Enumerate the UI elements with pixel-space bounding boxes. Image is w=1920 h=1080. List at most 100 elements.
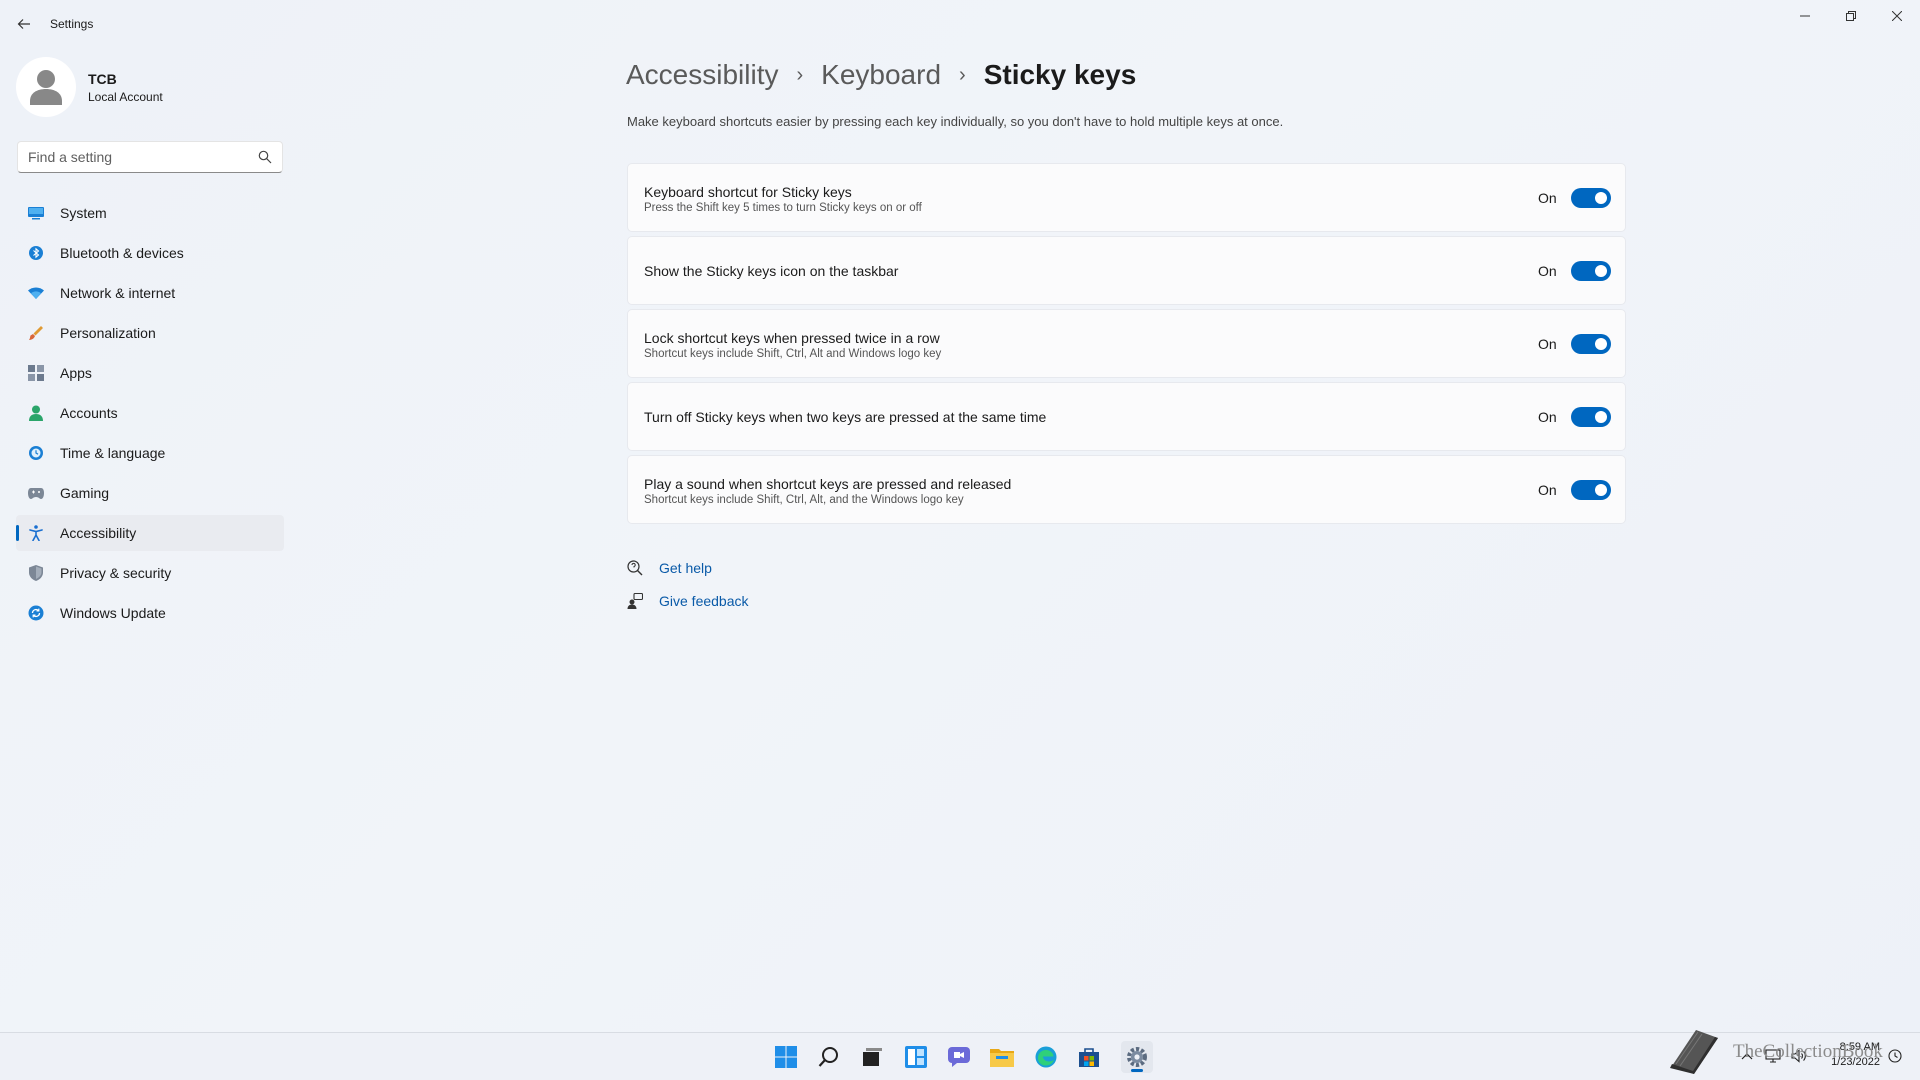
start-icon[interactable]: [770, 1041, 802, 1073]
back-button[interactable]: [12, 12, 36, 36]
setting-card-turn-off-two-keys: Turn off Sticky keys when two keys are p…: [627, 382, 1626, 451]
lock-shortcut-keys-toggle[interactable]: [1571, 334, 1611, 354]
sidebar-item-label: Time & language: [60, 445, 166, 461]
search-icon[interactable]: [813, 1041, 845, 1073]
search-box[interactable]: [17, 141, 283, 173]
watermark-text: TheCollectionBook: [1733, 1041, 1883, 1062]
sidebar-item-privacy[interactable]: Privacy & security: [16, 555, 284, 591]
search-icon[interactable]: [258, 150, 272, 164]
minimize-icon: [1800, 15, 1810, 17]
setting-title: Keyboard shortcut for Sticky keys: [644, 184, 852, 200]
sidebar-item-apps[interactable]: Apps: [16, 355, 284, 391]
brush-icon: [28, 325, 44, 341]
task-view-icon[interactable]: [856, 1041, 888, 1073]
get-help-link[interactable]: Get help: [659, 560, 712, 576]
sidebar-nav: System Bluetooth & devices Network & int…: [16, 195, 284, 635]
apps-icon: [28, 365, 44, 381]
toggle-state-label: On: [1538, 336, 1557, 352]
help-icon: [627, 560, 643, 576]
minimize-button[interactable]: [1782, 0, 1828, 32]
edge-icon[interactable]: [1030, 1041, 1062, 1073]
sidebar-item-label: Windows Update: [60, 605, 166, 621]
bluetooth-icon: [28, 245, 44, 261]
wifi-icon: [28, 285, 44, 301]
get-help-row: Get help: [627, 556, 749, 580]
store-icon[interactable]: [1073, 1041, 1105, 1073]
sidebar-item-label: System: [60, 205, 107, 221]
setting-title: Lock shortcut keys when pressed twice in…: [644, 330, 940, 346]
setting-card-lock-shortcut-keys: Lock shortcut keys when pressed twice in…: [627, 309, 1626, 378]
toggle-state-label: On: [1538, 263, 1557, 279]
book-watermark-icon: [1670, 1030, 1718, 1074]
breadcrumb-separator: ›: [959, 63, 966, 86]
sidebar-item-label: Personalization: [60, 325, 156, 341]
user-profile[interactable]: TCB Local Account: [16, 57, 276, 117]
monitor-icon: [28, 205, 44, 221]
setting-card-keyboard-shortcut: Keyboard shortcut for Sticky keys Press …: [627, 163, 1626, 232]
toggle-knob: [1595, 411, 1607, 423]
sidebar-item-accessibility[interactable]: Accessibility: [16, 515, 284, 551]
restore-icon: [1846, 11, 1856, 21]
toggle-state-label: On: [1538, 190, 1557, 206]
give-feedback-row: Give feedback: [627, 589, 749, 613]
gamepad-icon: [28, 485, 44, 501]
sidebar-item-label: Bluetooth & devices: [60, 245, 184, 261]
sidebar-item-label: Network & internet: [60, 285, 176, 301]
search-input[interactable]: [18, 142, 248, 172]
setting-card-taskbar-icon: Show the Sticky keys icon on the taskbar…: [627, 236, 1626, 305]
feedback-icon: [627, 593, 643, 609]
help-links: Get help Give feedback: [627, 556, 749, 622]
sidebar-item-personalization[interactable]: Personalization: [16, 315, 284, 351]
sidebar-item-bluetooth[interactable]: Bluetooth & devices: [16, 235, 284, 271]
app-title: Settings: [50, 17, 94, 31]
give-feedback-link[interactable]: Give feedback: [659, 593, 749, 609]
sidebar-item-gaming[interactable]: Gaming: [16, 475, 284, 511]
breadcrumb-accessibility[interactable]: Accessibility: [626, 59, 778, 91]
toggle-knob: [1595, 265, 1607, 277]
sidebar-item-label: Privacy & security: [60, 565, 172, 581]
turn-off-two-keys-toggle[interactable]: [1571, 407, 1611, 427]
toggle-knob: [1595, 484, 1607, 496]
person-icon: [28, 405, 44, 421]
back-arrow-icon: [17, 19, 30, 29]
breadcrumb-keyboard[interactable]: Keyboard: [821, 59, 941, 91]
toggle-state-label: On: [1538, 482, 1557, 498]
sidebar-item-system[interactable]: System: [16, 195, 284, 231]
setting-subtitle: Shortcut keys include Shift, Ctrl, Alt a…: [644, 348, 942, 360]
sidebar-item-windows-update[interactable]: Windows Update: [16, 595, 284, 631]
setting-subtitle: Shortcut keys include Shift, Ctrl, Alt, …: [644, 494, 964, 506]
chat-icon[interactable]: [943, 1041, 975, 1073]
close-icon: [1892, 11, 1902, 21]
title-bar: Settings: [0, 0, 1920, 48]
notification-icon[interactable]: [1886, 1047, 1904, 1065]
widgets-icon[interactable]: [900, 1041, 932, 1073]
person-avatar-icon: [30, 70, 62, 105]
user-name: TCB: [88, 71, 117, 87]
sidebar-item-label: Accounts: [60, 405, 118, 421]
shield-icon: [28, 565, 44, 581]
toggle-state-label: On: [1538, 409, 1557, 425]
sidebar-item-label: Accessibility: [60, 525, 137, 541]
toggle-knob: [1595, 338, 1607, 350]
sidebar-item-time-language[interactable]: Time & language: [16, 435, 284, 471]
taskbar-icon-toggle[interactable]: [1571, 261, 1611, 281]
sidebar-item-accounts[interactable]: Accounts: [16, 395, 284, 431]
settings-list: Keyboard shortcut for Sticky keys Press …: [627, 163, 1626, 528]
setting-subtitle: Press the Shift key 5 times to turn Stic…: [644, 202, 922, 214]
page-title: Sticky keys: [983, 59, 1137, 90]
globe-clock-icon: [28, 445, 44, 461]
sidebar-item-label: Apps: [60, 365, 92, 381]
settings-icon[interactable]: [1121, 1041, 1153, 1073]
avatar: [16, 57, 76, 117]
keyboard-shortcut-toggle[interactable]: [1571, 188, 1611, 208]
setting-title: Turn off Sticky keys when two keys are p…: [644, 409, 1047, 425]
accessibility-icon: [28, 525, 44, 541]
close-button[interactable]: [1874, 0, 1920, 32]
play-sound-toggle[interactable]: [1571, 480, 1611, 500]
toggle-knob: [1595, 192, 1607, 204]
sidebar-item-network[interactable]: Network & internet: [16, 275, 284, 311]
setting-card-play-sound: Play a sound when shortcut keys are pres…: [627, 455, 1626, 524]
restore-button[interactable]: [1828, 0, 1874, 32]
file-explorer-icon[interactable]: [986, 1041, 1018, 1073]
update-icon: [28, 605, 44, 621]
